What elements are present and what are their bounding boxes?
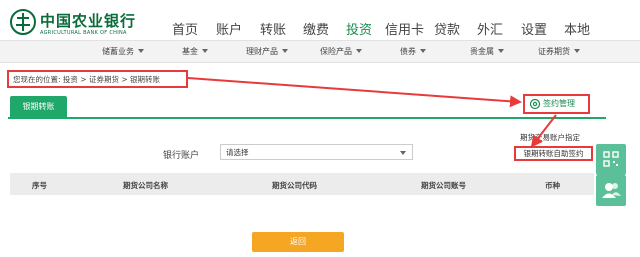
logo-chinese-name: 中国农业银行 <box>40 12 137 30</box>
abc-logo-icon <box>10 9 36 35</box>
subnav-bonds-label: 债券 <box>400 47 416 56</box>
bank-logo[interactable]: 中国农业银行 AGRICULTURAL BANK OF CHINA <box>10 7 160 41</box>
qr-code-icon <box>603 151 619 167</box>
caret-down-icon <box>202 49 208 53</box>
nav-transfer[interactable]: 转账 <box>260 19 286 38</box>
subnav-securities-futures[interactable]: 证券期货 <box>538 46 580 57</box>
bank-account-select[interactable]: 请选择 <box>220 144 413 160</box>
nav-loan[interactable]: 贷款 <box>434 19 460 38</box>
return-button[interactable]: 返回 <box>252 232 344 252</box>
sign-management-button[interactable]: 签约管理 <box>523 94 590 114</box>
gear-icon <box>529 98 541 110</box>
subnav-securities-label: 证券期货 <box>538 47 570 56</box>
qr-code-button[interactable] <box>596 144 626 175</box>
subnav-bonds[interactable]: 债券 <box>400 46 426 57</box>
subnav-fund[interactable]: 基金 <box>182 46 208 57</box>
customer-service-button[interactable] <box>596 175 626 206</box>
col-currency: 币种 <box>545 181 560 190</box>
tab-underline <box>8 117 606 119</box>
caret-down-icon <box>420 49 426 53</box>
subnav-metals-label: 贵金属 <box>470 47 494 56</box>
nav-account[interactable]: 账户 <box>216 19 242 38</box>
col-company-account: 期货公司账号 <box>421 181 466 190</box>
subnav-savings-label: 储蓄业务 <box>102 47 134 56</box>
table-header: 序号 期货公司名称 期货公司代码 期货公司账号 币种 <box>10 173 594 195</box>
caret-down-icon <box>574 49 580 53</box>
breadcrumb: 您现在的位置: 投资 > 证券期货 > 银期转账 <box>7 70 188 88</box>
subnav-insurance[interactable]: 保险产品 <box>320 46 362 57</box>
chevron-down-icon <box>400 151 406 155</box>
caret-down-icon <box>356 49 362 53</box>
col-company-name: 期货公司名称 <box>123 181 168 190</box>
nav-forex[interactable]: 外汇 <box>477 19 503 38</box>
col-company-code: 期货公司代码 <box>272 181 317 190</box>
subnav-precious-metals[interactable]: 贵金属 <box>470 46 504 57</box>
bank-account-select-value: 请选择 <box>226 148 249 157</box>
sign-management-label: 签约管理 <box>543 99 575 108</box>
logo-english-name: AGRICULTURAL BANK OF CHINA <box>40 30 127 36</box>
user-group-icon <box>602 183 621 198</box>
nav-local[interactable]: 本地 <box>564 19 590 38</box>
nav-credit-card[interactable]: 信用卡 <box>385 19 424 38</box>
col-index: 序号 <box>32 181 47 190</box>
caret-down-icon <box>282 49 288 53</box>
caret-down-icon <box>498 49 504 53</box>
subnav-insurance-label: 保险产品 <box>320 47 352 56</box>
caret-down-icon <box>138 49 144 53</box>
self-service-sign-link[interactable]: 银期转账自助签约 <box>514 146 593 161</box>
subnav-savings[interactable]: 储蓄业务 <box>102 46 144 57</box>
nav-investment[interactable]: 投资 <box>346 19 372 38</box>
sub-nav: 储蓄业务 基金 理财产品 保险产品 债券 贵金属 证券期货 <box>0 40 640 63</box>
arrow-to-sign-management <box>187 77 522 108</box>
tab-bank-futures-transfer[interactable]: 银期转账 <box>10 96 67 117</box>
subnav-wealth-label: 理财产品 <box>246 47 278 56</box>
futures-account-designate-link[interactable]: 期货交易账户指定 <box>520 132 580 143</box>
subnav-wealth-products[interactable]: 理财产品 <box>246 46 288 57</box>
nav-home[interactable]: 首页 <box>172 19 198 38</box>
nav-payment[interactable]: 缴费 <box>303 19 329 38</box>
subnav-fund-label: 基金 <box>182 47 198 56</box>
nav-settings[interactable]: 设置 <box>521 19 547 38</box>
bank-account-label: 银行账户 <box>163 151 200 161</box>
